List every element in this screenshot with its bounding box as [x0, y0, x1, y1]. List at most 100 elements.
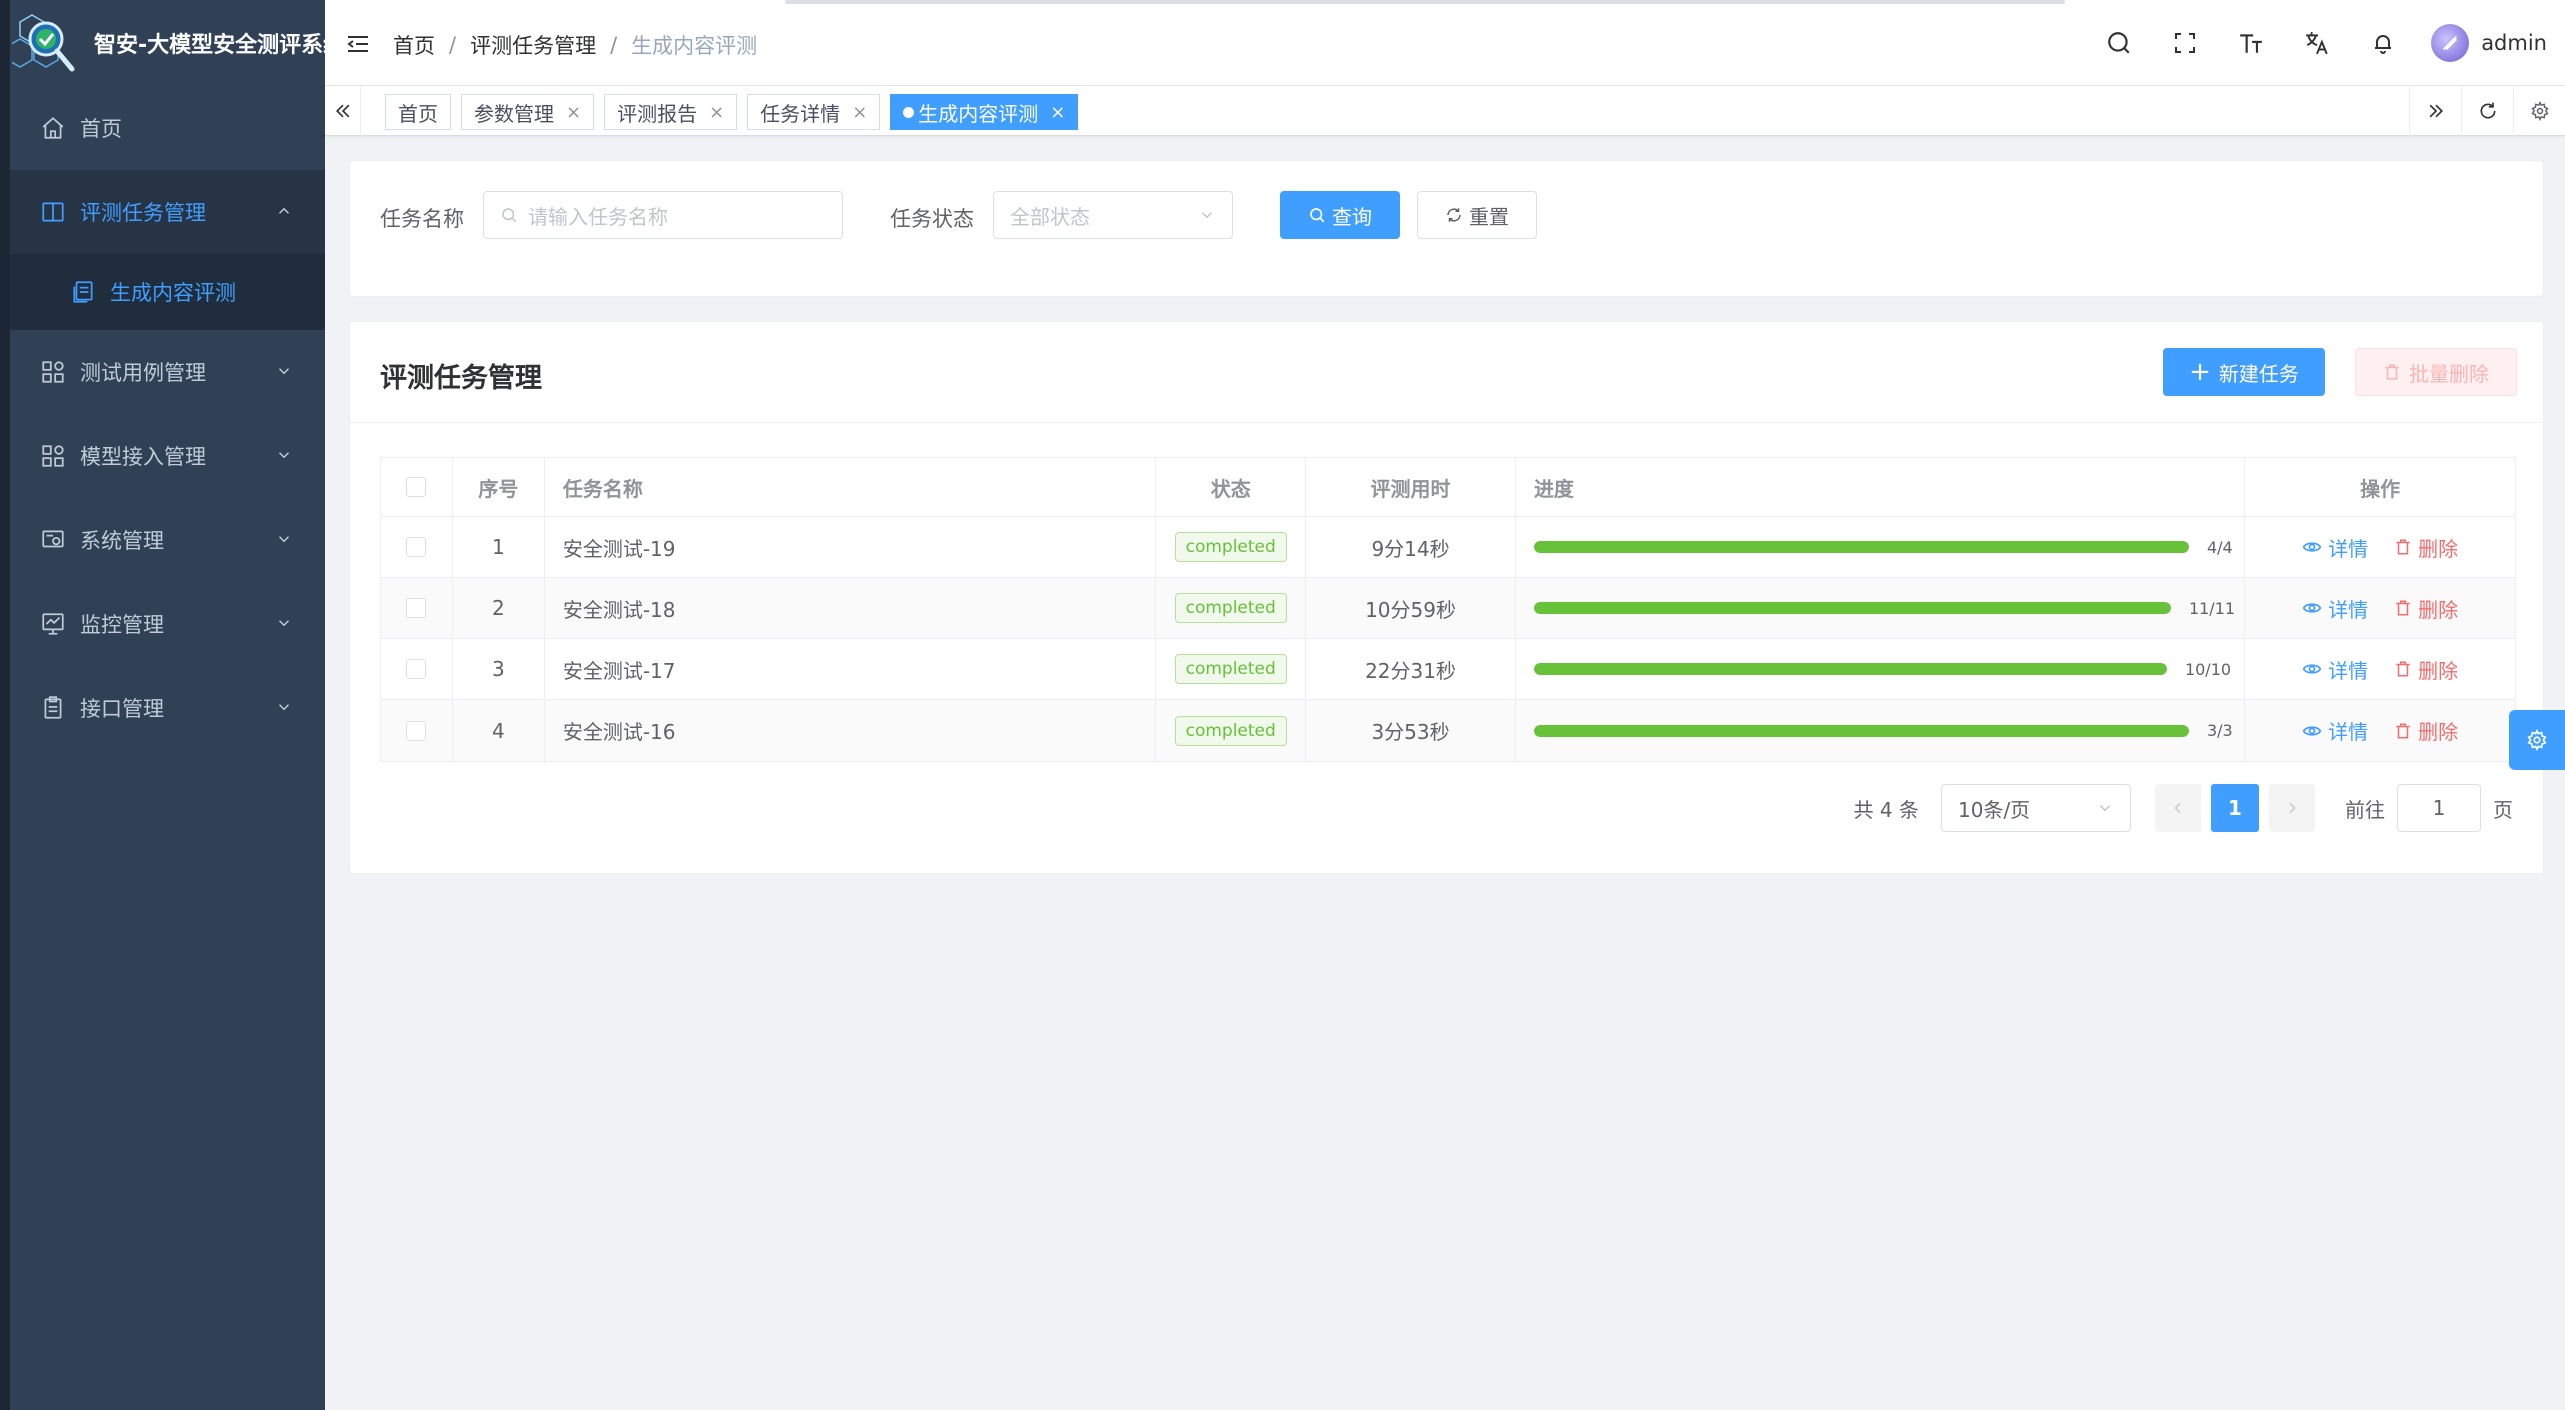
sidebar-item-label: 接口管理: [80, 697, 164, 721]
floating-settings-button[interactable]: [2509, 710, 2565, 770]
view-detail-link[interactable]: 详情: [2302, 716, 2368, 745]
sidebar-item-api-management[interactable]: 接口管理: [10, 666, 325, 750]
refresh-button[interactable]: [2461, 86, 2513, 136]
sidebar-item-testcase-management[interactable]: 测试用例管理: [10, 330, 325, 414]
row-checkbox-cell: [381, 578, 453, 638]
active-dot-icon: [903, 106, 915, 118]
table-row: 4 安全测试-16 completed 3分53秒 3/3 详情 删除: [381, 700, 2515, 761]
delete-label: 删除: [2418, 720, 2459, 744]
select-all-checkbox[interactable]: [406, 477, 427, 497]
task-status-select[interactable]: 全部状态: [993, 191, 1233, 239]
progress-text: 10/10: [2184, 659, 2232, 679]
row-status-cell: completed: [1156, 517, 1307, 577]
new-task-button[interactable]: + 新建任务: [2163, 348, 2325, 396]
goto-page-input[interactable]: 1: [2397, 784, 2481, 832]
double-chevron-right-icon: [2429, 104, 2443, 118]
sidebar-subitem-content-eval[interactable]: 生成内容评测: [10, 254, 325, 330]
view-detail-label: 详情: [2328, 536, 2369, 561]
fullscreen-button[interactable]: [2167, 25, 2203, 61]
column-header-actions: 操作: [2360, 476, 2401, 501]
navbar: 首页 / 评测任务管理 / 生成内容评测 admin: [325, 0, 2565, 86]
avatar[interactable]: [2431, 24, 2470, 62]
eye-icon: [2302, 725, 2322, 736]
book-icon: [42, 202, 64, 222]
delete-link[interactable]: 删除: [2394, 716, 2458, 745]
page-size-value: 10条/页: [1958, 797, 2031, 822]
progress-bar: [1533, 541, 2189, 553]
progress-fill: [1533, 602, 2171, 614]
row-actions: 详情 删除: [2245, 639, 2515, 699]
tags-settings-button[interactable]: [2513, 86, 2565, 136]
breadcrumb-current: 生成内容评测: [631, 34, 758, 58]
table-header: 序号 任务名称 状态 评测用时 进度 操作: [381, 458, 2515, 517]
tags-scroll-left-button[interactable]: [325, 86, 361, 136]
search-icon: [2108, 32, 2130, 54]
row-duration: 10分59秒: [1306, 578, 1516, 638]
view-detail-link[interactable]: 详情: [2302, 594, 2368, 623]
row-checkbox[interactable]: [406, 720, 427, 741]
sidebar-toggle-icon[interactable]: [347, 34, 369, 54]
username[interactable]: admin: [2481, 31, 2547, 55]
breadcrumb-home[interactable]: 首页: [393, 30, 435, 60]
task-table: 序号 任务名称 状态 评测用时 进度 操作 1 安全测试-19 complete…: [380, 457, 2516, 762]
reset-button[interactable]: 重置: [1417, 191, 1537, 239]
sidebar-item-home[interactable]: 首页: [10, 86, 325, 170]
close-icon[interactable]: ×: [1050, 102, 1065, 123]
delete-link[interactable]: 删除: [2394, 594, 2458, 623]
close-icon[interactable]: ×: [709, 102, 724, 123]
font-size-button[interactable]: [2233, 25, 2269, 61]
table-row: 2 安全测试-18 completed 10分59秒 11/11 详情 删除: [381, 578, 2515, 639]
tag-content-eval[interactable]: 生成内容评测 ×: [890, 94, 1079, 130]
prev-page-button[interactable]: [2155, 784, 2201, 832]
app-title: 智安-大模型安全测评系统: [94, 33, 325, 58]
row-checkbox[interactable]: [406, 598, 427, 618]
task-name-label: 任务名称: [380, 207, 464, 231]
task-name-input[interactable]: 请输入任务名称: [483, 191, 843, 239]
clipboard-icon: [44, 696, 62, 719]
language-button[interactable]: [2299, 25, 2335, 61]
batch-delete-button[interactable]: 批量删除: [2355, 348, 2517, 396]
document-icon: [73, 281, 93, 303]
tag-home[interactable]: 首页: [385, 94, 451, 130]
status-badge: completed: [1174, 532, 1287, 562]
sidebar-item-model-access[interactable]: 模型接入管理: [10, 414, 325, 498]
notification-button[interactable]: [2365, 25, 2401, 61]
chevron-down-icon: [1201, 212, 1213, 219]
view-detail-label: 详情: [2328, 658, 2369, 683]
tag-task-detail[interactable]: 任务详情 ×: [747, 94, 881, 130]
close-icon[interactable]: ×: [566, 102, 581, 123]
chevron-down-icon: [278, 368, 290, 375]
sidebar-item-monitor-management[interactable]: 监控管理: [10, 582, 325, 666]
row-checkbox[interactable]: [406, 537, 427, 557]
tags-scroll-right-button[interactable]: [2409, 86, 2461, 136]
grid-icon: [42, 361, 64, 383]
delete-link[interactable]: 删除: [2394, 533, 2458, 562]
row-name: 安全测试-16: [545, 700, 1157, 761]
query-button[interactable]: 查询: [1280, 191, 1400, 239]
search-icon: [1310, 208, 1325, 223]
progress-text: 4/4: [2206, 537, 2233, 557]
search-button[interactable]: [2101, 25, 2137, 61]
row-checkbox[interactable]: [406, 659, 427, 679]
close-icon[interactable]: ×: [852, 102, 867, 123]
plus-icon: +: [2189, 357, 2211, 387]
next-page-button[interactable]: [2269, 784, 2315, 832]
tag-label: 首页: [398, 101, 438, 126]
breadcrumb-task-management[interactable]: 评测任务管理: [470, 30, 596, 60]
tag-eval-report[interactable]: 评测报告 ×: [604, 94, 738, 130]
chevron-down-icon: [278, 704, 290, 711]
tags-actions: [2409, 86, 2565, 136]
page-size-select[interactable]: 10条/页: [1941, 784, 2131, 832]
sidebar-item-task-management[interactable]: 评测任务管理: [10, 170, 325, 254]
view-detail-link[interactable]: 详情: [2302, 655, 2368, 684]
tag-param-management[interactable]: 参数管理 ×: [461, 94, 595, 130]
navbar-tools: admin: [2101, 0, 2565, 86]
page-number-current[interactable]: 1: [2211, 784, 2259, 832]
breadcrumb-separator: /: [610, 33, 618, 57]
window-scrollbar[interactable]: [785, 0, 2065, 4]
gear-icon: [2527, 729, 2547, 751]
view-detail-link[interactable]: 详情: [2302, 533, 2368, 562]
delete-link[interactable]: 删除: [2394, 655, 2458, 684]
trash-icon: [2396, 539, 2410, 555]
sidebar-item-system-management[interactable]: 系统管理: [10, 498, 325, 582]
